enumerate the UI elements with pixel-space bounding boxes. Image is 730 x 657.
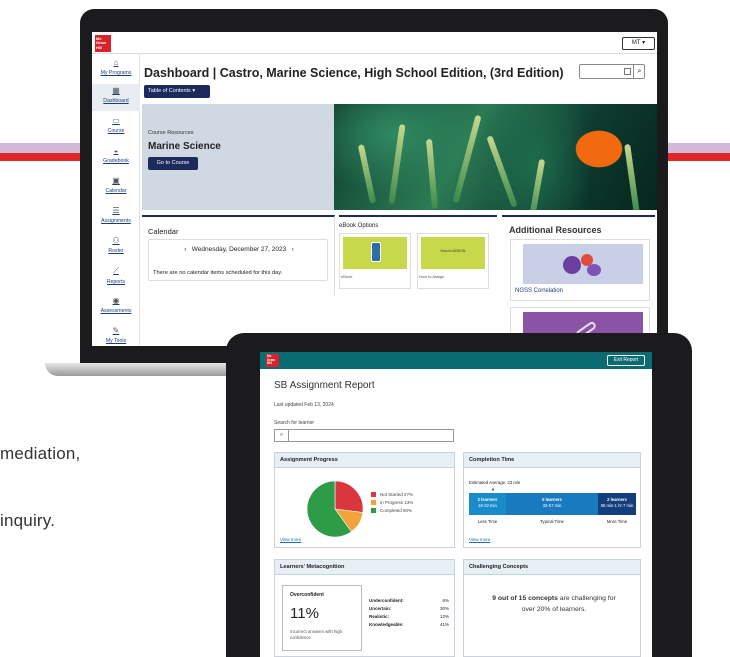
tablet-icon [371,242,381,262]
legend-not-started: Not Started 27% [371,492,413,497]
sidebar-item-assessments[interactable]: ◉ Assessments [92,296,140,314]
progress-pie-chart [306,480,364,538]
report-title: SB Assignment Report [274,380,375,391]
last-updated: Last updated Feb 13, 2024 [274,402,334,408]
user-menu-button[interactable]: MT ▾ [622,37,655,50]
page-title: Dashboard | Castro, Marine Science, High… [144,66,564,80]
calendar-panel: Calendar ‹ Wednesday, December 27, 2023 … [142,215,335,295]
meta-row-underconfident: Underconfident: 6% [369,598,449,603]
ngss-label: NGSS Correlation [515,288,564,294]
meta-row-uncertain: Uncertain: 30% [369,606,449,611]
search-label: Search for learner [274,420,315,426]
mcgraw-hill-logo[interactable]: Mc Graw Hill [95,35,111,52]
search-icon[interactable]: ⌕ [633,65,645,78]
chart-icon: ⟋ [113,266,119,275]
caption-more-time: More Time [606,519,628,524]
completion-segment-more: 2 learners 58 min-1 hr 7 min [598,493,636,515]
calendar-date-nav: ‹ Wednesday, December 27, 2023 › [149,246,329,253]
estimated-average: Estimated Average: 23 min [469,480,521,485]
challenging-concepts-card: Challenging Concepts 9 out of 15 concept… [463,559,641,657]
ebook-card[interactable]: eBook [339,233,411,289]
calendar-box: ‹ Wednesday, December 27, 2023 › There a… [148,239,328,281]
sidebar-item-calendar[interactable]: ▣ Calendar [92,176,140,194]
additional-resources-title: Additional Resources [509,225,602,235]
completion-segment-typical: 5 learners 33-57 min [506,493,598,515]
grid-icon: ▦ [112,86,120,95]
ebook-title: eBook Options [339,223,379,229]
legend-in-progress: In Progress 13% [371,500,413,505]
banner-subtitle: Course Resources [148,130,194,136]
card-title: Completion Time [464,453,640,468]
card-title: Challenging Concepts [464,560,640,575]
completion-segment-less: 2 learners 16-32 min [469,493,506,515]
card-title: Learners' Metacognition [275,560,454,575]
additional-resources-panel: Additional Resources NGSS Correlation [502,215,655,346]
meta-row-realistic: Realistic: 12% [369,614,449,619]
calendar-title: Calendar [148,227,179,236]
exit-report-button[interactable]: Exit Report [607,355,645,366]
go-to-course-button[interactable]: Go to Course [148,157,198,170]
tablet-screen: Mc Graw Hill Exit Report SB Assignment R… [260,352,652,657]
sidebar-item-assignments[interactable]: ☰ Assignments [92,206,140,224]
calendar-date: Wednesday, December 27, 2023 [191,246,287,253]
course-banner: Course Resources Marine Science Go to Co… [142,104,657,210]
calendar-icon [624,68,631,75]
view-more-link[interactable]: View more [280,537,301,542]
banner-title: Marine Science [148,141,221,152]
decorative-stripe-left-red [0,153,80,161]
users-icon: ⚇ [112,236,120,245]
background-text-1: mediation, [0,444,81,463]
how-to-assign-card[interactable]: How to ASSIGN How to Assign [417,233,489,289]
mcgraw-hill-logo[interactable]: Mc Graw Hill [266,354,279,367]
calendar-empty-message: There are no calendar items scheduled fo… [153,270,283,276]
ngss-correlation-card[interactable]: NGSS Correlation [510,239,650,301]
search-input[interactable]: ⌕ [579,64,645,79]
ngss-image [523,244,643,284]
completion-time-card: Completion Time Estimated Average: 23 mi… [463,452,641,548]
caption-typical-time: Typical Time [540,519,564,524]
ebook-options-panel: eBook Options eBook How to ASSIGN How to… [339,215,497,295]
chevron-right-icon[interactable]: › [292,246,294,253]
list-icon: ☰ [112,206,120,215]
legend-completed: Completed 60% [371,508,412,513]
sidebar: ⌂ My Programs ▦ Dashboard ▭ Course ◒ Gradebo… [92,54,140,346]
laptop-screen: Mc Graw Hill MT ▾ ⌂ My Programs ▦ Dashboar… [92,32,657,346]
sidebar-item-my-tools[interactable]: ✎ My Tools [92,326,140,344]
overconfident-box: Overconfident 11% Incorrect answers with… [282,585,362,651]
gradebook-icon: ◒ [113,146,119,155]
pie-slice-not-started [334,480,364,513]
table-of-contents-button[interactable]: Table of Contents ▾ [144,85,210,98]
challenging-concepts-text: 9 out of 15 concepts are challenging for… [492,595,616,613]
card-title: Assignment Progress [275,453,454,468]
clownfish-image [334,104,657,210]
sidebar-item-my-programs[interactable]: ⌂ My Programs [92,58,140,76]
sidebar-item-roster[interactable]: ⚇ Roster [92,236,140,254]
view-more-link[interactable]: View more [469,537,490,542]
assignment-progress-card: Assignment Progress Not Started 27% In P… [274,452,455,548]
book-icon: ▭ [112,116,120,125]
decorative-stripe-right [668,143,730,153]
sidebar-item-gradebook[interactable]: ◒ Gradebook [92,146,140,164]
caption-less-time: Less Time [477,519,498,524]
marker-icon: ▼ [491,487,495,492]
sidebar-item-course[interactable]: ▭ Course [92,116,140,134]
search-learner-input[interactable]: ⌕ [274,429,454,442]
decorative-stripe-left [0,143,80,153]
meta-row-knowledgeable: Knowledgeable: 41% [369,622,449,627]
top-bar: Mc Graw Hill MT ▾ [92,32,657,54]
report-top-bar: Mc Graw Hill Exit Report [260,352,652,369]
tools-icon: ✎ [112,326,120,335]
ebook-image [343,237,407,269]
how-to-assign-image: How to ASSIGN [421,237,485,269]
background-text-2: inquiry. [0,511,56,530]
sidebar-item-reports[interactable]: ⟋ Reports [92,266,140,285]
assessment-icon: ◉ [112,296,120,305]
sidebar-item-dashboard[interactable]: ▦ Dashboard [92,84,140,111]
chevron-left-icon[interactable]: ‹ [184,246,186,253]
search-icon: ⌕ [275,430,289,441]
calendar-icon: ▣ [112,176,120,185]
metacognition-card: Learners' Metacognition Overconfident 11… [274,559,455,657]
home-icon: ⌂ [113,58,119,67]
decorative-stripe-right-red [668,153,730,161]
